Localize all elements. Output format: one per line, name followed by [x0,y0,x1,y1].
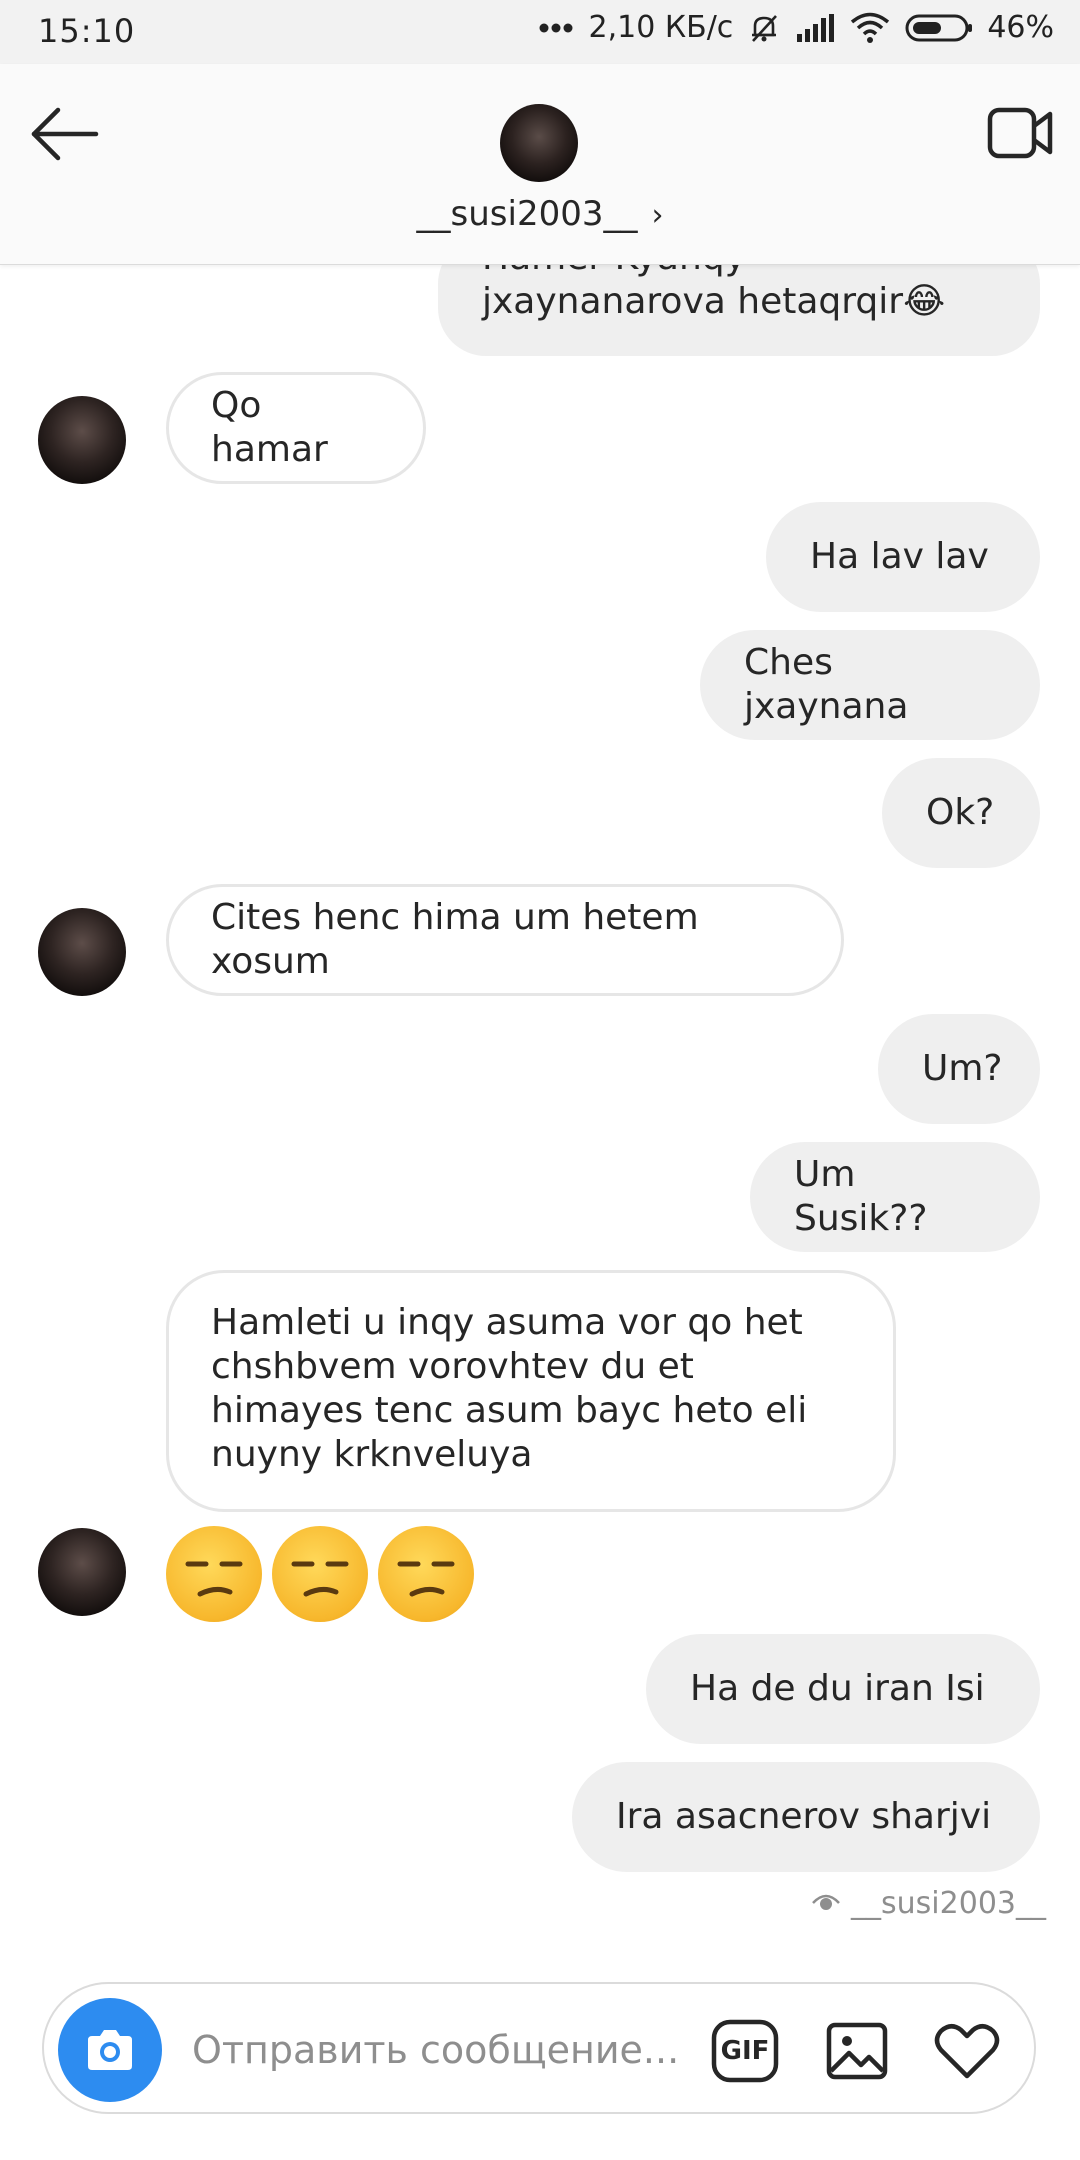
message-text: Ha de du iran Isi [690,1668,985,1709]
message-bubble-outgoing[interactable]: Ha lav lav [766,502,1040,612]
message-bubble-outgoing[interactable]: Um Susik?? [750,1142,1040,1252]
message-bubble-incoming[interactable]: Hamleti u inqy asuma vor qo het chshbvem… [166,1270,896,1512]
seen-indicator: __susi2003__ [811,1886,1046,1921]
arrow-left-icon [31,107,99,161]
contact-avatar[interactable] [38,1528,126,1616]
message-composer: GIF [42,1982,1036,2114]
message-text: Hamleti u inqy asuma vor qo het chshbvem… [211,1302,808,1475]
header-username[interactable]: __susi2003__ › [0,194,1080,234]
heart-icon [934,2024,1000,2079]
message-bubble-incoming[interactable]: Cites henc hima um hetem xosum [166,884,844,996]
message-text: Ches jxaynana [744,642,909,727]
header-avatar[interactable] [500,104,578,182]
back-button[interactable] [30,104,100,164]
message-text: Qo hamar [211,385,328,470]
unamused-face-icon [272,1526,368,1622]
message-text: Ha lav lav [810,536,989,577]
gif-button[interactable]: GIF [708,2014,782,2088]
message-text: Ok? [926,792,995,833]
eye-icon [811,1886,841,1921]
message-text: Um Susik?? [794,1154,928,1239]
video-call-button[interactable] [986,102,1056,162]
message-text: Um? [922,1048,1003,1089]
chevron-right-icon: › [651,198,664,233]
message-bubble-outgoing[interactable]: Ok? [882,758,1040,868]
camera-icon [88,2030,132,2070]
gif-label: GIF [720,2036,770,2066]
like-button[interactable] [930,2014,1004,2088]
message-bubble-outgoing[interactable]: Ira asacnerov sharjvi [572,1762,1040,1872]
message-bubble-outgoing[interactable]: Ches jxaynana [700,630,1040,740]
message-input[interactable] [190,2014,714,2086]
message-bubble-outgoing[interactable]: Ha de du iran Isi [646,1634,1040,1744]
contact-avatar[interactable] [38,908,126,996]
gallery-button[interactable] [820,2014,894,2088]
camera-button[interactable] [58,1998,162,2102]
seen-by-username: __susi2003__ [851,1886,1046,1921]
message-text: Cites henc hima um hetem xosum [211,897,699,982]
message-text: Ira asacnerov sharjvi [616,1796,992,1837]
username-text: __susi2003__ [416,194,638,234]
contact-avatar[interactable] [38,396,126,484]
chat-header: __susi2003__ › [0,64,1080,265]
image-icon [826,2022,888,2080]
message-bubble-incoming[interactable]: Qo hamar [166,372,426,484]
emoji-message[interactable]: 😒😒😒 [166,1526,474,1622]
unamused-face-icon [378,1526,474,1622]
video-camera-icon [987,107,1053,159]
chat-thread[interactable]: Hamer Kyanqy jxaynanarova hetaqrqir😂 Qo … [0,0,1080,2160]
unamused-face-icon [166,1526,262,1622]
message-bubble-outgoing[interactable]: Um? [878,1014,1040,1124]
